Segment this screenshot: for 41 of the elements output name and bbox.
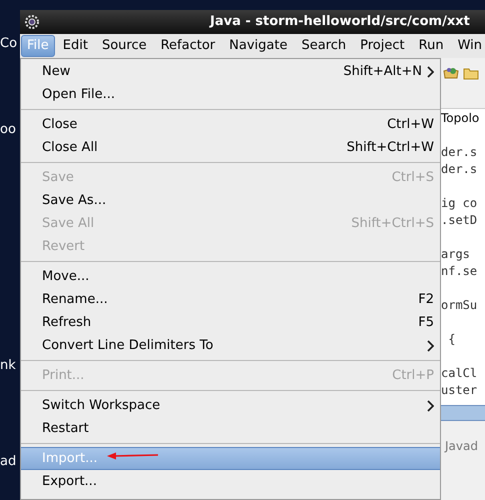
menu-bar-item[interactable]: Win <box>452 35 485 57</box>
code-line: args <box>441 246 471 263</box>
menu-item[interactable]: Move... <box>21 265 440 288</box>
desktop-icon-label: nk <box>0 358 17 374</box>
menu-bar-item[interactable]: Search <box>295 35 352 57</box>
desktop-icon-label: Co <box>0 36 18 52</box>
menu-bar-item[interactable]: Edit <box>56 35 94 57</box>
package-icon <box>443 66 459 80</box>
code-line: calCl <box>441 365 478 382</box>
menu-item[interactable]: Save As... <box>21 189 440 212</box>
desktop-icon-label: ad <box>0 454 18 470</box>
menu-bar-item[interactable]: Run <box>412 35 450 57</box>
menu-item[interactable]: Export... <box>21 470 440 493</box>
code-line: .setD <box>441 212 478 229</box>
window-title: Java - storm-helloworld/src/com/xxt <box>210 13 470 32</box>
menu-item[interactable]: Restart <box>21 417 440 440</box>
menu-item[interactable]: Close All Shift+Ctrl+W <box>21 136 440 159</box>
view-tab[interactable]: Javad <box>441 433 485 459</box>
code-line: uster <box>441 382 478 399</box>
code-line: der.s <box>441 161 478 178</box>
code-line: { <box>447 331 456 348</box>
menu-bar-item[interactable]: Source <box>96 35 153 57</box>
menu-bar-item[interactable]: Project <box>354 35 411 57</box>
menu-item[interactable]: Open File... <box>21 83 440 106</box>
menu-item[interactable]: Switch Workspace <box>21 394 440 417</box>
code-line: ormSu <box>441 297 478 314</box>
menu-bar-item[interactable]: Refactor <box>154 35 222 57</box>
panel-header <box>441 405 485 421</box>
menu-item[interactable]: Convert Line Delimiters To <box>21 334 440 357</box>
menu-item[interactable]: New Shift+Alt+N <box>21 60 440 83</box>
menu-bar-item[interactable]: Navigate <box>223 35 294 57</box>
menu-item[interactable]: Refresh F5 <box>21 311 440 334</box>
folder-icon <box>463 66 479 80</box>
gear-icon <box>24 14 40 30</box>
code-line: der.s <box>441 144 478 161</box>
menu-item[interactable]: Close Ctrl+W <box>21 113 440 136</box>
editor-tab[interactable]: Topolo <box>441 109 485 127</box>
code-line: ig co <box>441 195 478 212</box>
menu-item[interactable]: Rename... F2 <box>21 288 440 311</box>
desktop-icon-label: oo <box>0 122 17 138</box>
code-line: nf.se <box>441 263 478 280</box>
